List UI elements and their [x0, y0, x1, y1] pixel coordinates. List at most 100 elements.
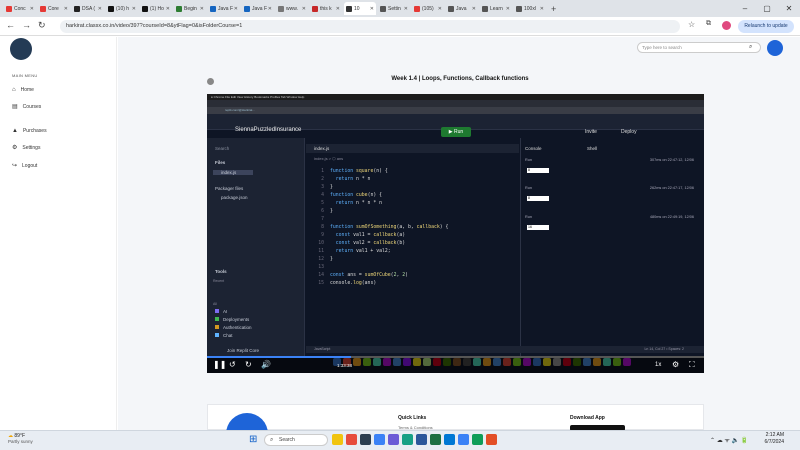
browser-tab[interactable]: (10) h ✕ — [106, 2, 138, 15]
weather-widget[interactable]: ☁ 89°F Partly sunny — [8, 433, 33, 445]
forward-icon[interactable]: ↻ — [245, 360, 252, 369]
window-controls: – ▢ ✕ — [734, 0, 800, 17]
minimize-icon[interactable]: – — [734, 0, 756, 17]
user-avatar[interactable] — [767, 40, 783, 56]
tab-close-icon[interactable]: ✕ — [336, 6, 340, 12]
tab-close-icon[interactable]: ✕ — [268, 6, 272, 12]
sidebar-item-courses[interactable]: ▤ Courses — [12, 103, 41, 111]
taskbar-app-icon[interactable] — [360, 434, 371, 445]
browser-tab[interactable]: 10 ✕ — [344, 2, 376, 15]
tab-close-icon[interactable]: ✕ — [370, 6, 374, 12]
tab-label: Core — [48, 5, 59, 12]
rewind-icon[interactable]: ↺ — [229, 360, 236, 369]
tab-close-icon[interactable]: ✕ — [132, 6, 136, 12]
browser-tab[interactable]: (1) Ho ✕ — [140, 2, 172, 15]
tab-favicon-icon — [210, 5, 216, 12]
taskbar-app-icon[interactable] — [374, 434, 385, 445]
reload-icon[interactable]: ↻ — [38, 20, 46, 31]
tab-close-icon[interactable]: ✕ — [540, 6, 544, 12]
taskbar-app-icon[interactable] — [430, 434, 441, 445]
video-controls — [207, 358, 704, 373]
browser-tab[interactable]: Begin ✕ — [174, 2, 206, 15]
tool-item: Chat — [215, 333, 233, 338]
tab-label: Conc — [14, 5, 26, 12]
tab-close-icon[interactable]: ✕ — [472, 6, 476, 12]
browser-tab[interactable]: Java F ✕ — [208, 2, 240, 15]
taskbar-app-icon[interactable] — [472, 434, 483, 445]
tab-close-icon[interactable]: ✕ — [506, 6, 510, 12]
search-input[interactable]: Type here to search — [637, 42, 761, 53]
new-tab-icon[interactable]: + — [551, 4, 556, 14]
pause-icon[interactable]: ❚❚ — [213, 360, 226, 369]
browser-tab[interactable]: this k ✕ — [310, 2, 342, 15]
tab-close-icon[interactable]: ✕ — [302, 6, 306, 12]
tab-close-icon[interactable]: ✕ — [438, 6, 442, 12]
browser-tab[interactable]: Conc ✕ — [4, 2, 36, 15]
tab-label: (10) h — [116, 5, 130, 12]
browser-tab[interactable]: Java F ✕ — [242, 2, 274, 15]
tab-close-icon[interactable]: ✕ — [98, 6, 102, 12]
forward-icon[interactable]: → — [22, 20, 31, 30]
tab-close-icon[interactable]: ✕ — [404, 6, 408, 12]
tab-close-icon[interactable]: ✕ — [234, 6, 238, 12]
browser-tab[interactable]: Learn ✕ — [480, 2, 512, 15]
browser-tab[interactable]: www. ✕ — [276, 2, 308, 15]
tab-close-icon[interactable]: ✕ — [200, 6, 204, 12]
browser-tab[interactable]: DSA (✕ — [72, 2, 104, 15]
browser-tab[interactable]: (105) ✕ — [412, 2, 444, 15]
taskbar-app-icon[interactable] — [388, 434, 399, 445]
taskbar-apps — [332, 434, 497, 445]
tab-close-icon[interactable]: ✕ — [30, 6, 34, 12]
code-line: 4 function cube(n) { — [314, 192, 514, 200]
taskbar-app-icon[interactable] — [332, 434, 343, 445]
tab-label: 10 — [354, 5, 360, 12]
extensions-icon[interactable]: ⧉ — [706, 20, 711, 28]
taskbar-app-icon[interactable] — [346, 434, 357, 445]
taskbar-app-icon[interactable] — [444, 434, 455, 445]
browser-tab[interactable]: Core ✕ — [38, 2, 70, 15]
system-tray[interactable]: ⌃ ☁ ᯤ 🔈 🔋 — [710, 436, 748, 444]
code-line: 9 const val1 = callback(a) — [314, 232, 514, 240]
taskbar-clock[interactable]: 2:12 AM 6/7/2024 — [758, 432, 784, 446]
console-output: 8 — [527, 168, 549, 173]
browser-tab[interactable]: Java ✕ — [446, 2, 478, 15]
run-label: Run — [454, 129, 464, 135]
tab-favicon-icon — [482, 5, 488, 12]
fullscreen-icon[interactable]: ⛶ — [689, 360, 695, 370]
tool-label: AI — [223, 309, 228, 314]
video-title: Week 1.4 | Loops, Functions, Callback fu… — [391, 76, 529, 82]
taskbar-app-icon[interactable] — [402, 434, 413, 445]
download-app-heading: Download App — [570, 415, 605, 421]
maximize-icon[interactable]: ▢ — [756, 0, 778, 17]
settings-icon[interactable]: ⚙ — [672, 360, 679, 369]
tab-close-icon[interactable]: ✕ — [64, 6, 68, 12]
taskbar-app-icon[interactable] — [458, 434, 469, 445]
sidebar-item-logout[interactable]: ↪ Logout — [12, 162, 37, 170]
speed-label[interactable]: 1x — [655, 362, 661, 368]
sidebar-item-purchases[interactable]: ▲ Purchases — [12, 128, 47, 134]
site-logo[interactable] — [10, 38, 32, 60]
bookmark-star-icon[interactable]: ☆ — [688, 20, 695, 29]
sidebar-item-home[interactable]: ⌂ Home — [12, 87, 34, 93]
back-icon[interactable]: ← — [6, 20, 15, 30]
browser-tab[interactable]: 100xl ✕ — [514, 2, 546, 15]
tab-close-icon[interactable]: ✕ — [166, 6, 170, 12]
video-player[interactable]: ● Chrome File Edit View History Bookmark… — [207, 94, 704, 373]
back-circle-icon[interactable] — [207, 78, 214, 85]
taskbar-search[interactable]: ⌕ Search — [264, 434, 328, 446]
browser-tab[interactable]: Settin ✕ — [378, 2, 410, 15]
sidebar-item-label: Home — [20, 87, 34, 93]
sidebar-item-settings[interactable]: ⚙ Settings — [12, 144, 40, 152]
tab-label: Begin — [184, 5, 197, 12]
tab-label: Learn — [490, 5, 503, 12]
url-field[interactable]: harkirat.classx.co.in/video/397?courseId… — [60, 20, 680, 33]
close-icon[interactable]: ✕ — [778, 0, 800, 17]
taskbar-app-icon[interactable] — [416, 434, 427, 445]
search-icon[interactable]: ⌕ — [749, 44, 752, 51]
volume-icon[interactable]: 🔊 — [261, 360, 271, 369]
relaunch-button[interactable]: Relaunch to update — [738, 20, 794, 33]
profile-icon[interactable] — [722, 21, 731, 30]
run-label: Run — [525, 215, 532, 219]
taskbar-app-icon[interactable] — [486, 434, 497, 445]
windows-start-icon[interactable]: ⊞ — [249, 435, 257, 445]
